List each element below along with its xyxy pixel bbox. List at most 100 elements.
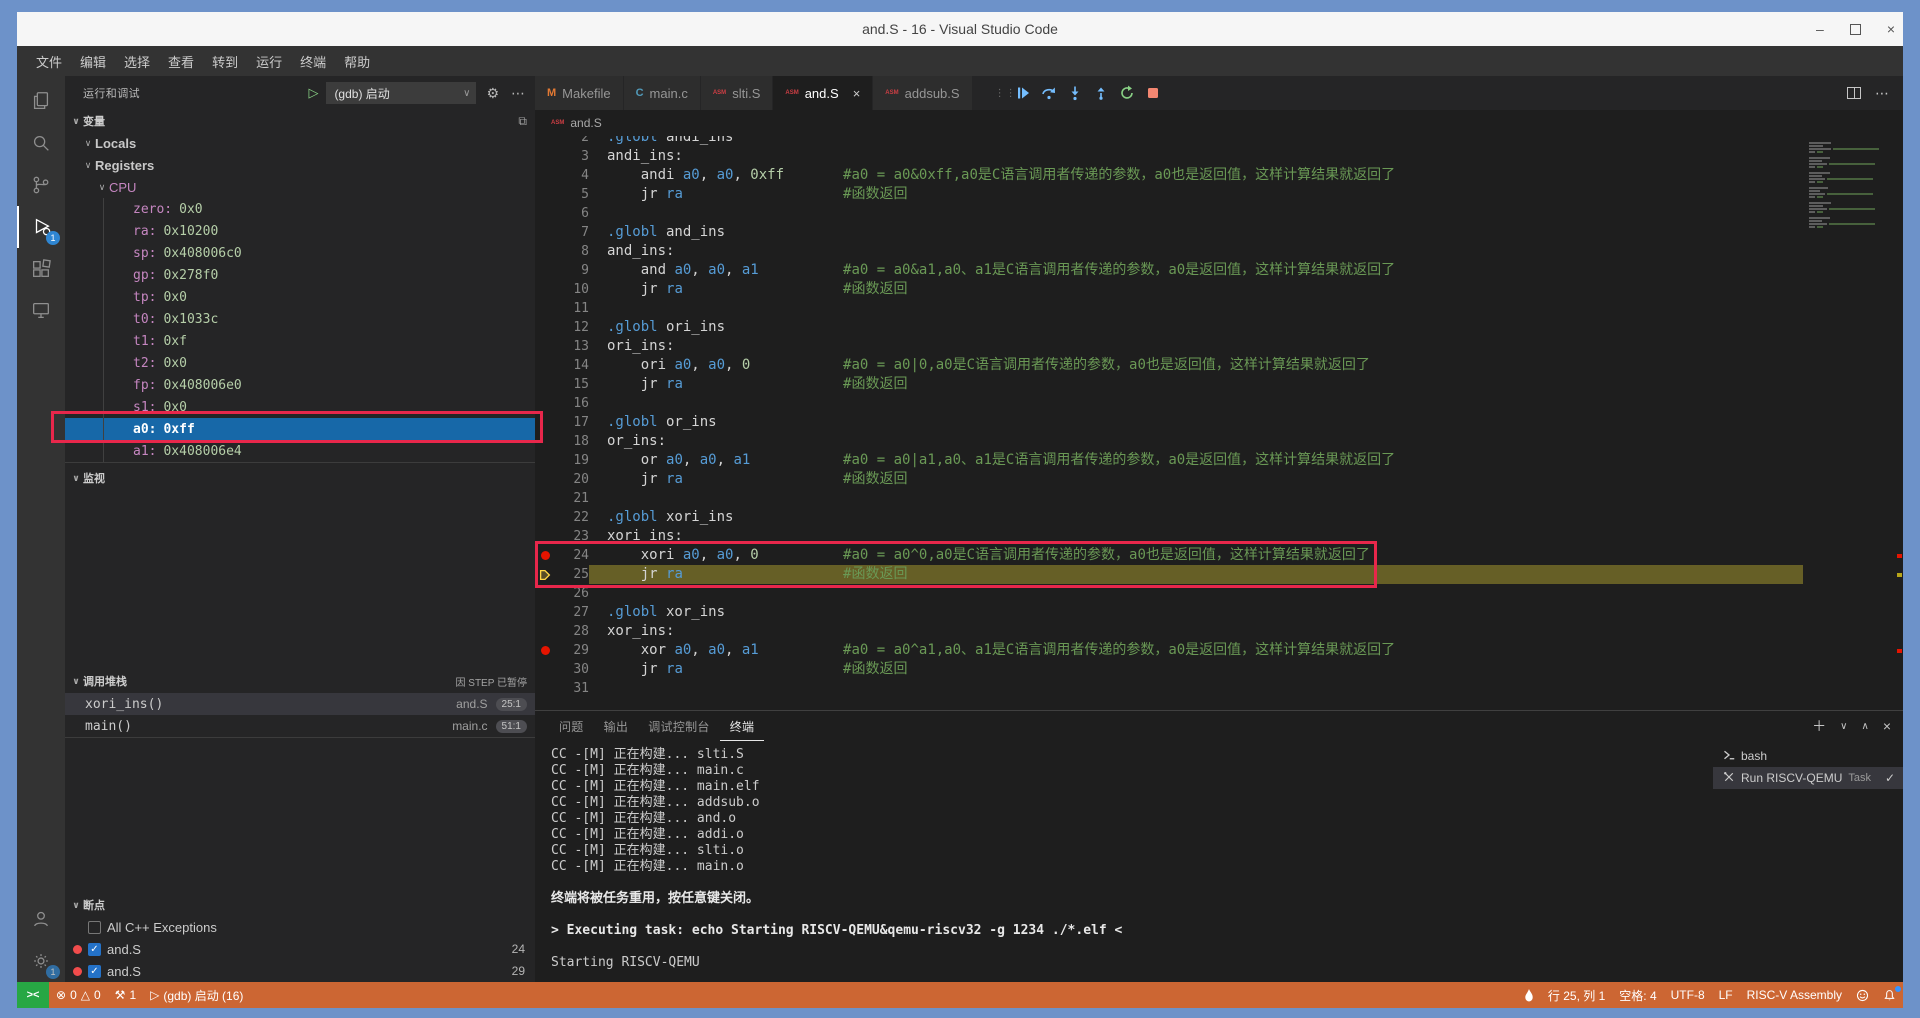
code-line-6[interactable]: 6 <box>535 204 1803 223</box>
gutter-slot[interactable] <box>535 546 555 565</box>
collapse-all-icon[interactable]: ⧉ <box>518 114 527 129</box>
tree-item-cpu[interactable]: ∨CPU <box>65 176 535 198</box>
gutter-slot[interactable] <box>535 166 555 185</box>
code-text[interactable]: xori_ins: <box>589 527 1803 546</box>
maximize-panel-icon[interactable]: ∧ <box>1861 721 1868 732</box>
code-line-20[interactable]: 20 jr ra #函数返回 <box>535 470 1803 489</box>
register-row-tp[interactable]: tp:0x0 <box>65 286 535 308</box>
code-text[interactable] <box>589 679 1803 698</box>
code-text[interactable]: or a0, a0, a1 #a0 = a0|a1,a0、a1是C语言调用者传递… <box>589 451 1803 470</box>
code-line-22[interactable]: 22.globl xori_ins <box>535 508 1803 527</box>
step-into-button[interactable] <box>1067 85 1083 101</box>
breadcrumb[interactable]: ASM and.S <box>535 110 1903 136</box>
menu-转到[interactable]: 转到 <box>203 46 247 76</box>
close-button[interactable]: × <box>1887 21 1895 37</box>
gutter-slot[interactable] <box>535 356 555 375</box>
continue-button[interactable] <box>1015 85 1031 101</box>
code-text[interactable]: .globl and_ins <box>589 223 1803 242</box>
extensions-icon[interactable] <box>17 248 65 290</box>
code-text[interactable]: jr ra #函数返回 <box>589 185 1803 204</box>
panel-tab-调试控制台[interactable]: 调试控制台 <box>638 711 720 741</box>
menu-查看[interactable]: 查看 <box>159 46 203 76</box>
step-out-button[interactable] <box>1093 85 1109 101</box>
menu-运行[interactable]: 运行 <box>247 46 291 76</box>
code-line-27[interactable]: 27.globl xor_ins <box>535 603 1803 622</box>
code-text[interactable] <box>589 394 1803 413</box>
menu-选择[interactable]: 选择 <box>115 46 159 76</box>
code-text[interactable]: .globl andi_ins <box>589 136 1803 147</box>
code-text[interactable]: jr ra #函数返回 <box>589 280 1803 299</box>
tree-item-locals[interactable]: ∨Locals <box>65 132 535 154</box>
breakpoint-dot-icon[interactable] <box>541 646 550 655</box>
gutter-slot[interactable] <box>535 622 555 641</box>
minimap[interactable] <box>1803 136 1903 710</box>
code-line-3[interactable]: 3andi_ins: <box>535 147 1803 166</box>
panel-tab-问题[interactable]: 问题 <box>549 711 594 741</box>
stop-button[interactable] <box>1145 85 1161 101</box>
gutter-slot[interactable] <box>535 603 555 622</box>
code-line-29[interactable]: 29 xor a0, a0, a1 #a0 = a0^a1,a0、a1是C语言调… <box>535 641 1803 660</box>
debug-settings-gear-icon[interactable]: ⚙ <box>484 85 501 102</box>
code-line-25[interactable]: 25 jr ra #函数返回 <box>535 565 1803 584</box>
register-row-zero[interactable]: zero:0x0 <box>65 198 535 220</box>
terminal-dropdown-icon[interactable]: ∨ <box>1840 721 1847 732</box>
code-text[interactable]: jr ra #函数返回 <box>589 565 1803 584</box>
remote-explorer-icon[interactable] <box>17 290 65 332</box>
gutter-slot[interactable] <box>535 527 555 546</box>
register-row-a1[interactable]: a1:0x408006e4 <box>65 440 535 462</box>
code-line-5[interactable]: 5 jr ra #函数返回 <box>535 185 1803 204</box>
menu-终端[interactable]: 终端 <box>291 46 335 76</box>
terminal-instance-task[interactable]: Run RISCV-QEMU Task ✓ <box>1713 767 1903 789</box>
code-text[interactable]: .globl or_ins <box>589 413 1803 432</box>
problems-status[interactable]: ⊗0 △0 <box>49 982 108 1008</box>
gutter-slot[interactable] <box>535 508 555 527</box>
watch-section-header[interactable]: ∨监视 <box>65 467 535 489</box>
breakpoint-row[interactable]: ✓and.S29 <box>65 960 535 982</box>
code-line-30[interactable]: 30 jr ra #函数返回 <box>535 660 1803 679</box>
code-text[interactable] <box>589 489 1803 508</box>
maximize-button[interactable] <box>1850 24 1861 35</box>
gutter-slot[interactable] <box>535 413 555 432</box>
overview-ruler[interactable] <box>1895 136 1903 710</box>
search-icon[interactable] <box>17 122 65 164</box>
indentation-status[interactable]: 空格: 4 <box>1612 982 1663 1008</box>
breakpoint-dot-icon[interactable] <box>541 551 550 560</box>
code-line-8[interactable]: 8and_ins: <box>535 242 1803 261</box>
terminal-instance-bash[interactable]: bash <box>1713 745 1903 767</box>
explorer-icon[interactable] <box>17 80 65 122</box>
accounts-icon[interactable] <box>17 898 65 940</box>
breakpoint-row[interactable]: ✓and.S24 <box>65 938 535 960</box>
code-line-23[interactable]: 23xori_ins: <box>535 527 1803 546</box>
restart-button[interactable] <box>1119 85 1135 101</box>
variables-section-header[interactable]: ∨变量 ⧉ <box>65 110 535 132</box>
code-text[interactable]: jr ra #函数返回 <box>589 470 1803 489</box>
gutter-slot[interactable] <box>535 223 555 242</box>
breakpoints-section-header[interactable]: ∨断点 <box>65 894 535 916</box>
code-text[interactable]: andi a0, a0, 0xff #a0 = a0&0xff,a0是C语言调用… <box>589 166 1803 185</box>
code-line-9[interactable]: 9 and a0, a0, a1 #a0 = a0&a1,a0、a1是C语言调用… <box>535 261 1803 280</box>
code-text[interactable]: xori a0, a0, 0 #a0 = a0^0,a0是C语言调用者传递的参数… <box>589 546 1803 565</box>
register-row-fp[interactable]: fp:0x408006e0 <box>65 374 535 396</box>
tab-Makefile[interactable]: MMakefile <box>535 76 624 110</box>
gutter-slot[interactable] <box>535 136 555 147</box>
register-row-t2[interactable]: t2:0x0 <box>65 352 535 374</box>
gutter-slot[interactable] <box>535 679 555 698</box>
code-line-19[interactable]: 19 or a0, a0, a1 #a0 = a0|a1,a0、a1是C语言调用… <box>535 451 1803 470</box>
panel-tab-终端[interactable]: 终端 <box>720 711 765 741</box>
close-tab-icon[interactable]: × <box>853 86 861 101</box>
tab-addsub.S[interactable]: ASMaddsub.S <box>873 76 972 110</box>
breakpoint-checkbox[interactable] <box>88 921 101 934</box>
menu-编辑[interactable]: 编辑 <box>71 46 115 76</box>
gutter-slot[interactable] <box>535 451 555 470</box>
code-line-28[interactable]: 28xor_ins: <box>535 622 1803 641</box>
notifications-bell-icon[interactable] <box>1876 982 1903 1008</box>
register-row-t0[interactable]: t0:0x1033c <box>65 308 535 330</box>
editor[interactable]: 2.globl andi_ins3andi_ins:4 andi a0, a0,… <box>535 136 1903 710</box>
code-text[interactable] <box>589 584 1803 603</box>
gutter-slot[interactable] <box>535 337 555 356</box>
code-line-31[interactable]: 31 <box>535 679 1803 698</box>
menu-帮助[interactable]: 帮助 <box>335 46 379 76</box>
execution-pointer-icon[interactable] <box>535 565 555 584</box>
debug-config-select[interactable]: (gdb) 启动∨ <box>326 82 476 104</box>
encoding-status[interactable]: UTF-8 <box>1664 982 1712 1008</box>
